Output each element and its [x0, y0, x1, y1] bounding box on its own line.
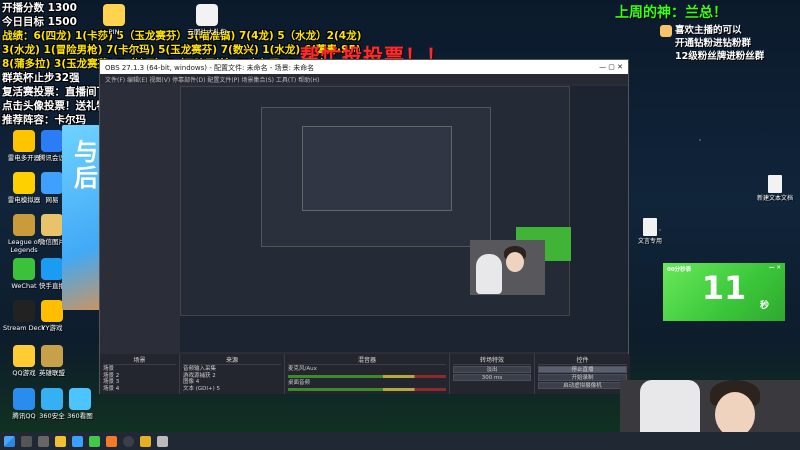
obs-preview[interactable]: 11	[180, 86, 628, 352]
goal-label: 今日目标 1500	[2, 16, 77, 28]
webcam-preview	[470, 240, 545, 295]
countdown-timer: 00分秒表 — ✕ 11 秒	[663, 263, 785, 321]
source-item[interactable]: 文本 (GDI+) 5	[183, 386, 281, 393]
fan-line-1: 喜欢主播的可以	[675, 25, 742, 36]
face	[715, 392, 755, 437]
promo-text: 与后	[74, 138, 98, 192]
timer-header: 00分秒表	[667, 267, 692, 273]
transition-dock: 转场特效 淡出 300 ms	[450, 354, 535, 394]
nested-preview-2	[261, 107, 491, 247]
app-icon	[69, 388, 91, 410]
window-controls[interactable]: — ▢ ✕	[599, 63, 623, 71]
stop-streaming-button[interactable]: 停止直播	[538, 366, 627, 373]
audio-meter[interactable]	[288, 374, 446, 378]
chair	[476, 254, 502, 294]
app-icon[interactable]	[140, 435, 151, 447]
obs-docks: 场景 场景 场景 2 场景 3 场景 4 来源 音频输入采集 游戏源捕获 2 图…	[100, 354, 630, 394]
obs-window[interactable]: OBS 27.1.3 (64-bit, windows) - 配置文件: 未命名…	[99, 59, 630, 394]
mixer-dock: 混音器 麦克风/Aux 桌面音频	[285, 354, 450, 394]
obs-title-bar[interactable]: OBS 27.1.3 (64-bit, windows) - 配置文件: 未命名…	[100, 60, 628, 74]
mixer-channel: 麦克风/Aux	[288, 366, 317, 372]
transition-duration[interactable]: 300 ms	[453, 374, 531, 381]
sources-dock: 来源 音频输入采集 游戏源捕获 2 图像 4 文本 (GDI+) 5	[180, 354, 285, 394]
app-icon	[41, 172, 63, 194]
search-icon[interactable]	[21, 435, 32, 447]
app-icon[interactable]	[106, 435, 117, 447]
desktop-file[interactable]: 新建文本文档	[750, 175, 800, 202]
explorer-icon[interactable]	[55, 435, 66, 447]
face	[506, 252, 524, 272]
timer-close-icon[interactable]: — ✕	[769, 265, 781, 273]
start-recording-button[interactable]: 开始录制	[538, 374, 627, 381]
app-icon[interactable]	[157, 435, 168, 447]
transition-select[interactable]: 淡出	[453, 366, 531, 373]
app-icon	[41, 345, 63, 367]
desktop-icon[interactable]: 英雄联盟	[30, 345, 74, 377]
audio-meter[interactable]	[288, 388, 446, 391]
app-icon	[41, 300, 63, 322]
nested-preview-3	[302, 126, 452, 211]
app-icon	[41, 214, 63, 236]
fan-line-2: 开通钻粉进钻粉群	[675, 38, 752, 49]
score-label: 开播分数 1300	[2, 2, 77, 14]
task-view-icon[interactable]	[38, 435, 49, 447]
text-file-icon	[643, 218, 657, 236]
desktop-icon-pin[interactable]: PIN	[92, 4, 136, 36]
desktop-file[interactable]: 文言专用	[625, 218, 675, 245]
controls-dock: 控件 停止直播 开始录制 启动虚拟摄像机	[535, 354, 630, 394]
start-icon[interactable]	[4, 435, 15, 447]
scenes-dock: 场景 场景 场景 2 场景 3 场景 4	[100, 354, 180, 394]
desktop-icon-gift[interactable]: 云图片大礼包	[185, 4, 229, 36]
app-icon	[41, 258, 63, 280]
scene-item[interactable]: 场景 4	[103, 386, 176, 393]
app-icon	[41, 130, 63, 152]
obs-menu-bar[interactable]: 文件(F) 编辑(E) 视图(V) 停靠部件(D) 配置文件(P) 场景集合(S…	[100, 74, 628, 84]
wechat-icon[interactable]	[89, 435, 100, 447]
obs-title: OBS 27.1.3 (64-bit, windows) - 配置文件: 未命名…	[105, 64, 315, 72]
cat-icon	[660, 24, 672, 37]
text-file-icon	[768, 175, 782, 193]
fan-info: 喜欢主播的可以 开通钻粉进钻粉群 12级粉丝牌进粉丝群	[660, 24, 764, 63]
week-god-title: 上周的神：兰总！	[615, 5, 727, 21]
file-icon	[196, 4, 218, 26]
fan-line-3: 12级粉丝牌进粉丝群	[675, 51, 765, 62]
mixer-channel: 桌面音频	[288, 379, 311, 386]
timer-unit: 秒	[759, 301, 769, 311]
cup-result: 群英杯止步32强	[2, 72, 80, 84]
virtual-camera-button[interactable]: 启动虚拟摄像机	[538, 382, 627, 389]
desktop-icon[interactable]: 360看图	[58, 388, 102, 420]
app-icon	[103, 4, 125, 26]
obs-icon[interactable]	[123, 435, 134, 447]
taskbar	[0, 432, 800, 450]
browser-icon[interactable]	[72, 435, 83, 447]
